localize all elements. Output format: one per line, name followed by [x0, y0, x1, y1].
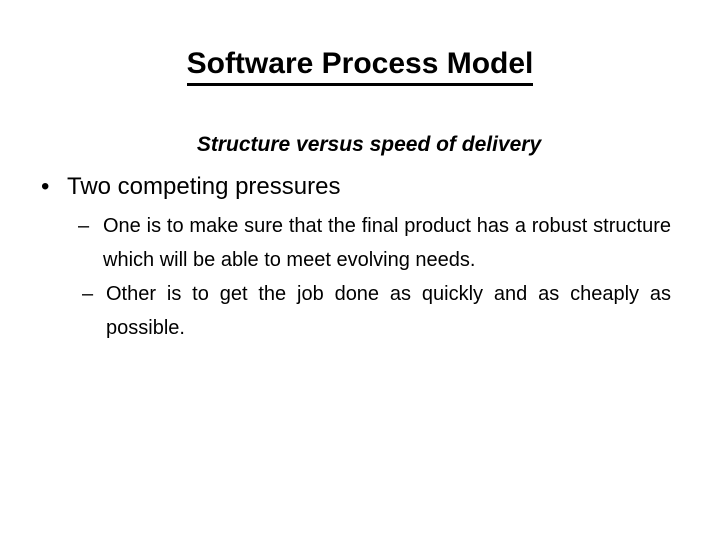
slide-canvas: Software Process Model Structure versus … — [0, 0, 720, 540]
bullet-dash-icon: – — [78, 215, 90, 238]
bullet-level1: • Two competing pressures — [0, 171, 720, 203]
slide-body: Structure versus speed of delivery • Two… — [0, 130, 720, 345]
bullet-dash-icon: – — [82, 283, 94, 306]
bullet-level2-first-label: One is to make sure that the final produ… — [103, 215, 671, 272]
page-title: Software Process Model — [0, 46, 720, 87]
bullet-dot-icon: • — [41, 173, 50, 201]
bullet-level2-first: – One is to make sure that the final pro… — [0, 209, 720, 277]
bullet-level2-second-label: Other is to get the job done as quickly … — [106, 283, 671, 340]
bullet-level1-label: Two competing pressures — [67, 173, 341, 201]
bullet-level2-second: – Other is to get the job done as quickl… — [0, 277, 720, 345]
page-title-text: Software Process Model — [186, 46, 534, 87]
slide-subtitle: Structure versus speed of delivery — [196, 133, 542, 156]
